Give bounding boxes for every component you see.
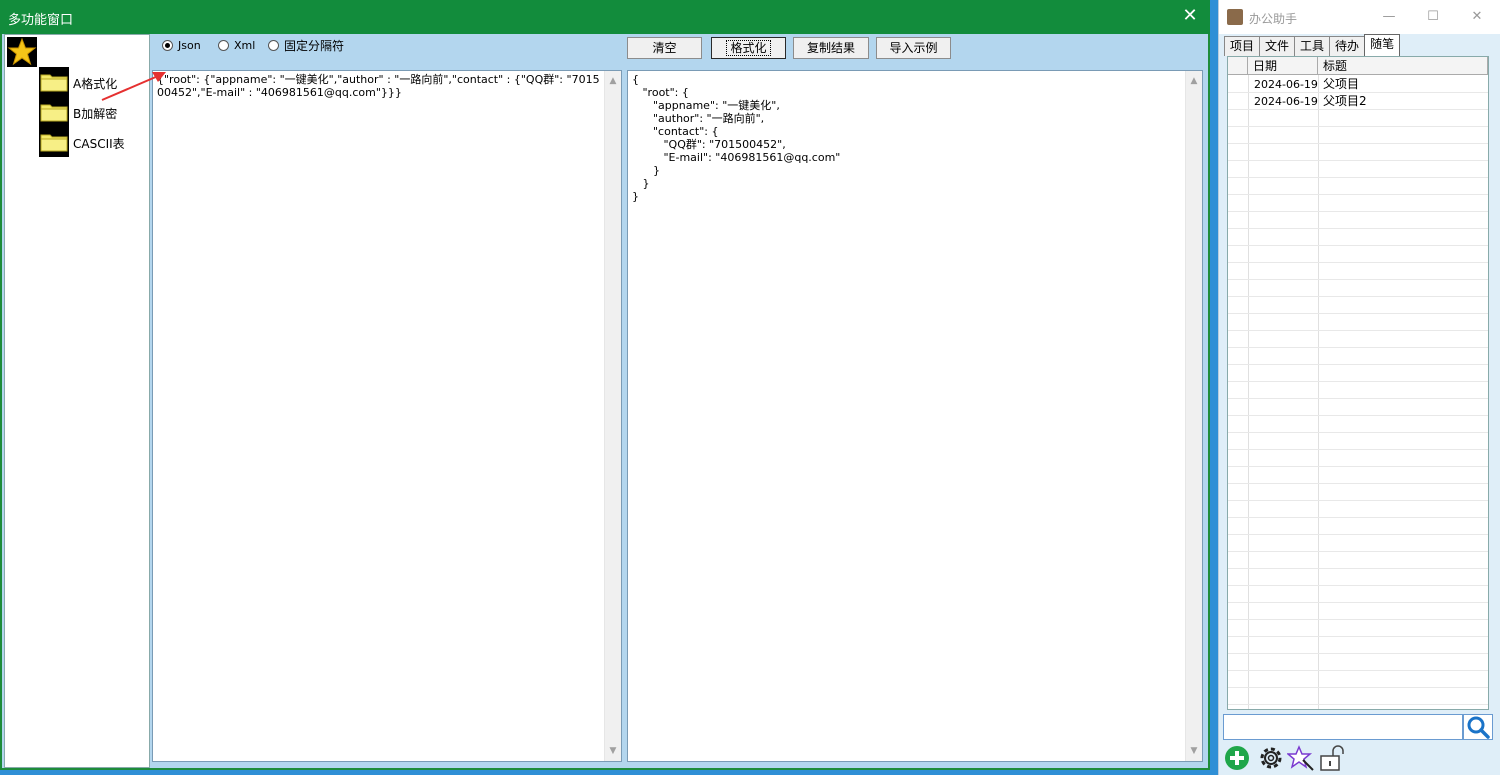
main-window: 多功能窗口 ✕ A格式化 B加解密 CASCII表 Json Xml 固定分隔符… <box>0 0 1210 770</box>
format-button[interactable]: 格式化 <box>711 37 786 59</box>
search-button[interactable] <box>1463 714 1493 740</box>
annotation-arrow-icon <box>101 72 166 101</box>
tab-files[interactable]: 文件 <box>1259 36 1296 56</box>
search-input[interactable] <box>1223 714 1463 740</box>
star-icon[interactable] <box>7 37 37 67</box>
main-close-button[interactable]: ✕ <box>1180 6 1200 26</box>
radio-json[interactable]: Json <box>162 38 201 52</box>
maximize-button[interactable]: ☐ <box>1423 8 1443 26</box>
input-textarea[interactable]: {"root": {"appname": "一键美化","author" : "… <box>152 70 622 762</box>
radio-label: Json <box>178 38 201 52</box>
radio-label: 固定分隔符 <box>284 38 345 53</box>
import-example-button[interactable]: 导入示例 <box>876 37 951 59</box>
main-titlebar: 多功能窗口 ✕ <box>0 0 1210 34</box>
column-header-title[interactable]: 标题 <box>1318 57 1488 75</box>
scroll-down-icon[interactable]: ▼ <box>1186 743 1202 759</box>
side-close-button[interactable]: ✕ <box>1467 8 1487 26</box>
column-header-blank[interactable] <box>1228 57 1248 75</box>
copy-button-label: 复制结果 <box>806 41 855 55</box>
input-scrollbar[interactable]: ▲ ▼ <box>604 71 621 761</box>
add-icon[interactable] <box>1223 744 1251 772</box>
scroll-up-icon[interactable]: ▲ <box>1186 73 1202 89</box>
output-textarea[interactable]: { "root": { "appname": "一键美化", "author":… <box>627 70 1203 762</box>
tab-projects[interactable]: 项目 <box>1224 36 1261 56</box>
scroll-down-icon[interactable]: ▼ <box>605 743 621 759</box>
tree-item-ascii[interactable]: CASCII表 <box>39 127 149 157</box>
magic-wand-icon[interactable] <box>1285 744 1315 772</box>
minimize-button[interactable]: — <box>1379 8 1399 26</box>
tab-tools[interactable]: 工具 <box>1294 36 1331 56</box>
tree-item-label: B加解密 <box>73 107 118 121</box>
output-text: { "root": { "appname": "一键美化", "author":… <box>632 73 841 203</box>
list-header: 日期 标题 <box>1228 57 1488 75</box>
office-assistant-window: 办公助手 — ☐ ✕ 项目 文件 工具 待办 随笔 日期 标题 2024-06-… <box>1218 0 1500 775</box>
side-titlebar: 办公助手 — ☐ ✕ <box>1219 0 1500 34</box>
format-type-radio-group: Json Xml 固定分隔符 <box>152 34 622 70</box>
input-text: {"root": {"appname": "一键美化","author" : "… <box>157 73 600 99</box>
unlock-icon[interactable] <box>1317 744 1345 772</box>
side-tab-strip: 项目 文件 工具 待办 随笔 <box>1224 34 1401 56</box>
format-button-label: 格式化 <box>726 40 771 56</box>
radio-label: Xml <box>234 38 256 52</box>
app-icon <box>1227 9 1243 25</box>
clear-button-label: 清空 <box>652 41 677 55</box>
function-tree: A格式化 B加解密 CASCII表 <box>4 34 150 768</box>
main-client-area: A格式化 B加解密 CASCII表 Json Xml 固定分隔符 清空 格式化 … <box>2 34 1208 768</box>
settings-icon[interactable] <box>1257 744 1285 772</box>
list-item[interactable]: 2024-06-19 父项目 <box>1228 76 1488 93</box>
row-title: 父项目2 <box>1323 94 1367 108</box>
import-button-label: 导入示例 <box>889 41 938 55</box>
radio-dot <box>162 39 173 51</box>
folder-icon <box>39 97 69 127</box>
side-footer-toolbar <box>1223 744 1353 774</box>
side-body: 项目 文件 工具 待办 随笔 日期 标题 2024-06-19 父项目 2024… <box>1219 34 1500 775</box>
row-title: 父项目 <box>1323 77 1360 91</box>
scroll-up-icon[interactable]: ▲ <box>605 73 621 89</box>
radio-xml[interactable]: Xml <box>218 38 255 52</box>
radio-dot <box>218 39 229 51</box>
tab-todo[interactable]: 待办 <box>1329 36 1366 56</box>
list-item[interactable]: 2024-06-19 父项目2 <box>1228 93 1488 110</box>
main-window-title: 多功能窗口 <box>8 13 74 28</box>
radio-dot <box>268 39 279 51</box>
radio-fixed-delimiter[interactable]: 固定分隔符 <box>268 38 345 53</box>
folder-icon <box>39 127 69 157</box>
copy-result-button[interactable]: 复制结果 <box>793 37 869 59</box>
folder-icon <box>39 67 69 97</box>
search-icon <box>1467 716 1490 739</box>
notes-list[interactable]: 日期 标题 2024-06-19 父项目 2024-06-19 父项目2 <box>1227 56 1489 710</box>
tab-notes[interactable]: 随笔 <box>1364 34 1401 56</box>
row-date: 2024-06-19 <box>1254 78 1318 91</box>
side-window-title: 办公助手 <box>1249 12 1298 26</box>
output-scrollbar[interactable]: ▲ ▼ <box>1185 71 1202 761</box>
row-date: 2024-06-19 <box>1254 95 1318 108</box>
clear-button[interactable]: 清空 <box>627 37 702 59</box>
column-header-date[interactable]: 日期 <box>1248 57 1318 75</box>
tree-item-label: CASCII表 <box>73 137 125 151</box>
